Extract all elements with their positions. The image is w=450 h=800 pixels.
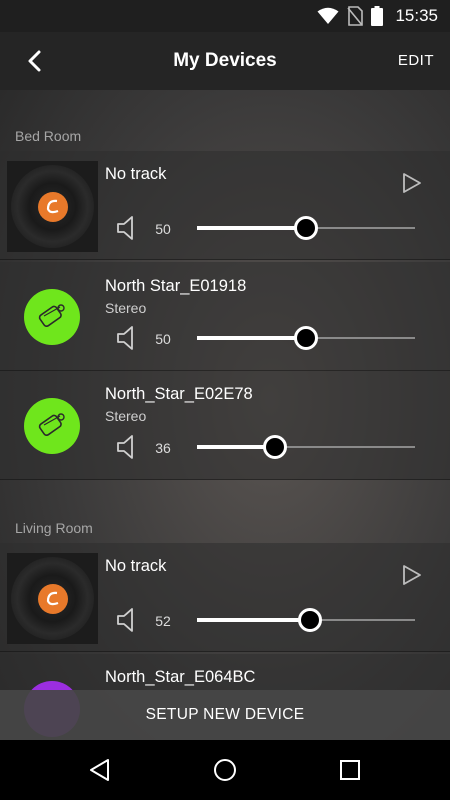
slider-thumb[interactable] xyxy=(298,608,322,632)
volume-value: 36 xyxy=(155,440,171,456)
vinyl-disc-icon xyxy=(11,165,94,248)
device-mode: Stereo xyxy=(105,408,147,424)
slider-fill xyxy=(197,226,306,230)
wifi-icon xyxy=(317,7,339,24)
volume-value: 50 xyxy=(155,331,171,347)
album-art xyxy=(7,553,98,644)
section-label-bed-room: Bed Room xyxy=(15,128,82,144)
slider-thumb[interactable] xyxy=(263,435,287,459)
slider-thumb[interactable] xyxy=(294,326,318,350)
nav-recents-icon[interactable] xyxy=(336,756,364,784)
vinyl-disc-icon xyxy=(11,557,94,640)
slider-fill xyxy=(197,336,306,340)
play-icon[interactable] xyxy=(401,171,423,195)
volume-icon[interactable] xyxy=(116,434,138,460)
album-art xyxy=(7,161,98,252)
device-mode: Stereo xyxy=(105,300,147,316)
speaker-icon xyxy=(24,398,80,454)
device-row[interactable]: No track 52 xyxy=(0,543,450,652)
system-nav-bar xyxy=(0,740,450,800)
status-bar: 15:35 xyxy=(0,0,450,32)
volume-icon[interactable] xyxy=(116,607,138,633)
device-name: No track xyxy=(105,557,167,575)
brand-logo-icon xyxy=(38,584,68,614)
status-icons: 15:35 xyxy=(317,6,438,26)
no-sim-icon xyxy=(347,6,364,26)
app-bar: My Devices EDIT xyxy=(0,32,450,90)
volume-icon[interactable] xyxy=(116,215,138,241)
volume-value: 50 xyxy=(155,221,171,237)
speaker-icon xyxy=(24,289,80,345)
volume-slider[interactable] xyxy=(197,326,415,350)
brand-logo-icon xyxy=(38,192,68,222)
setup-new-device-button[interactable]: SETUP NEW DEVICE xyxy=(0,690,450,740)
device-name: No track xyxy=(105,165,167,183)
nav-home-icon[interactable] xyxy=(211,756,239,784)
play-icon[interactable] xyxy=(401,563,423,587)
volume-slider[interactable] xyxy=(197,216,415,240)
nav-back-icon[interactable] xyxy=(86,756,114,784)
volume-slider[interactable] xyxy=(197,435,415,459)
status-time: 15:35 xyxy=(395,6,438,25)
device-name: North_Star_E02E78 xyxy=(105,385,253,403)
slider-fill xyxy=(197,618,310,622)
device-name: North Star_E01918 xyxy=(105,277,247,295)
volume-value: 52 xyxy=(155,613,171,629)
edit-button[interactable]: EDIT xyxy=(398,52,434,69)
device-row[interactable]: North Star_E01918 Stereo 50 xyxy=(0,262,450,371)
device-row[interactable]: North_Star_E02E78 Stereo 36 xyxy=(0,371,450,480)
volume-icon[interactable] xyxy=(116,325,138,351)
device-row[interactable]: No track 50 xyxy=(0,151,450,260)
page-title: My Devices xyxy=(173,50,277,71)
volume-slider[interactable] xyxy=(197,608,415,632)
device-name: North_Star_E064BC xyxy=(105,668,256,686)
battery-icon xyxy=(371,6,384,26)
section-label-living-room: Living Room xyxy=(15,520,93,536)
slider-thumb[interactable] xyxy=(294,216,318,240)
